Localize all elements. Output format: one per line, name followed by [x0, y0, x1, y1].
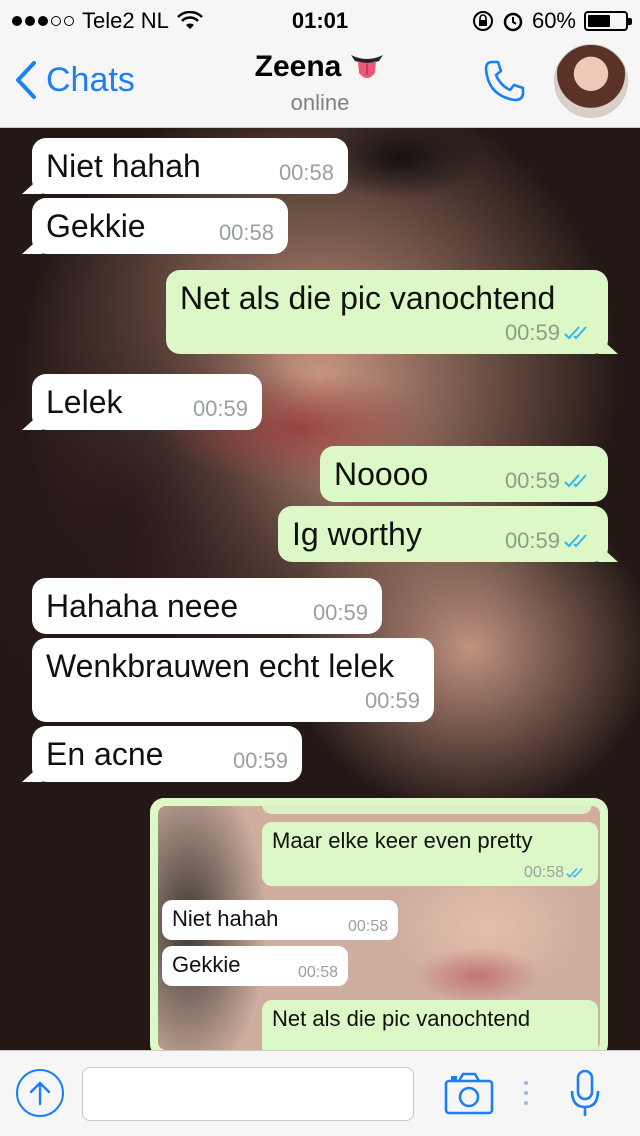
battery-icon	[584, 11, 632, 31]
back-button[interactable]: Chats	[14, 60, 135, 100]
tongue-emoji-icon	[351, 55, 384, 78]
contact-avatar[interactable]	[554, 44, 628, 118]
chat-messages[interactable]: Niet hahah 00:58 Gekkie 00:58 Net als di…	[0, 128, 640, 1050]
message-outgoing[interactable]: Noooo 00:59	[320, 446, 608, 502]
message-time: 00:59	[232, 748, 288, 773]
message-incoming[interactable]: Hahaha neee 00:59	[32, 578, 382, 634]
screenshot-message-text: Maar elke keer even pretty	[272, 828, 533, 853]
message-time: 00:59	[504, 528, 560, 553]
read-receipt-icon	[566, 868, 583, 878]
share-button[interactable]	[16, 1069, 64, 1117]
message-input[interactable]	[82, 1067, 414, 1121]
screenshot-message-text: Gekkie	[172, 952, 241, 977]
screenshot-image[interactable]: Maar elke keer even pretty 00:58 Niet ha…	[158, 806, 600, 1050]
message-incoming[interactable]: En acne 00:59	[32, 726, 302, 782]
screenshot-message-time: 00:58	[523, 864, 564, 881]
message-time: 00:59	[192, 396, 248, 421]
message-time: 00:58	[278, 160, 334, 185]
screenshot-message-outgoing: Maar elke keer even pretty 00:58	[262, 822, 598, 886]
read-receipt-icon	[564, 534, 587, 548]
alarm-icon	[503, 12, 523, 32]
camera-icon[interactable]	[444, 1071, 494, 1115]
message-outgoing[interactable]: Net als die pic vanochtend 00:59	[166, 270, 608, 354]
screenshot-message-incoming: Gekkie 00:58	[162, 946, 348, 986]
contact-title[interactable]: Zeena online	[200, 50, 440, 116]
message-time: 00:59	[312, 600, 368, 625]
screenshot-message-incoming: Niet hahah 00:58	[162, 900, 398, 940]
chat-header: Chats Zeena online	[0, 40, 640, 128]
phone-icon[interactable]	[482, 58, 528, 104]
separator-dots-icon	[524, 1081, 528, 1105]
message-toolbar	[0, 1050, 640, 1136]
message-time: 00:59	[504, 320, 560, 345]
message-time: 00:59	[504, 468, 560, 493]
chevron-left-icon	[16, 61, 36, 99]
message-outgoing[interactable]: Ig worthy 00:59	[278, 506, 608, 562]
read-receipt-icon	[564, 326, 587, 340]
battery-percentage: 60%	[531, 8, 576, 33]
message-incoming[interactable]: Niet hahah 00:58	[32, 138, 348, 194]
contact-status: online	[290, 90, 350, 115]
screenshot-message-outgoing	[262, 806, 592, 814]
image-message[interactable]: Maar elke keer even pretty 00:58 Niet ha…	[150, 798, 608, 1050]
rotation-lock-icon	[472, 11, 493, 31]
screenshot-message-text: Net als die pic vanochtend	[272, 1006, 531, 1031]
message-incoming[interactable]: Gekkie 00:58	[32, 198, 288, 254]
message-text: Wenkbrauwen echt lelek	[46, 648, 395, 684]
back-label: Chats	[46, 60, 135, 99]
status-bar: Tele2 NL 01:01 60%	[0, 0, 640, 40]
message-text: Net als die pic vanochtend	[180, 280, 556, 316]
arrow-up-icon	[29, 1081, 51, 1106]
screenshot-message-time: 00:58	[347, 918, 388, 935]
screenshot-message-outgoing: Net als die pic vanochtend	[262, 1000, 598, 1050]
contact-name: Zeena	[254, 50, 342, 83]
screenshot-message-time: 00:58	[297, 964, 338, 981]
message-incoming[interactable]: Lelek 00:59	[32, 374, 262, 430]
read-receipt-icon	[564, 474, 587, 488]
message-time: 00:58	[218, 220, 274, 245]
screenshot-message-text: Niet hahah	[172, 906, 279, 931]
message-time: 00:59	[364, 688, 420, 713]
microphone-icon[interactable]	[568, 1069, 602, 1119]
message-incoming[interactable]: Wenkbrauwen echt lelek 00:59	[32, 638, 434, 722]
